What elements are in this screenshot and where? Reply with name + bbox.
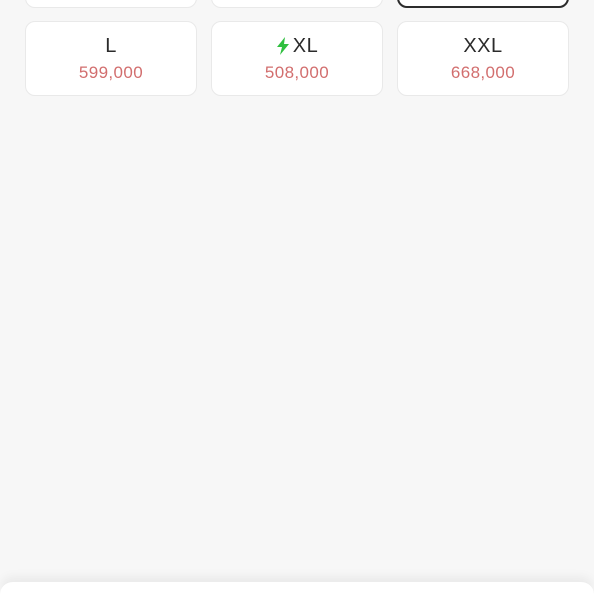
size-name: XL (292, 35, 319, 57)
size-option-l[interactable]: L 599,000 (25, 21, 197, 96)
size-option-price: 668,000 (450, 63, 516, 82)
size-option-top-3-selected[interactable] (397, 0, 569, 8)
size-option-label: L (105, 35, 117, 57)
size-option-price: 599,000 (78, 63, 144, 82)
size-option-xxl[interactable]: XXL 668,000 (397, 21, 569, 96)
size-picker-screen: L 599,000 XL 508,000 XXL 668,000 (0, 0, 594, 594)
size-option-top-2[interactable] (211, 0, 383, 8)
size-option-label: XL (276, 35, 318, 57)
bottom-sheet-edge (0, 581, 594, 594)
lightning-bolt-icon (276, 37, 289, 55)
size-name: L (105, 35, 117, 57)
size-row-top-partial (25, 0, 571, 8)
size-option-top-1[interactable] (25, 0, 197, 8)
size-name: XXL (463, 35, 503, 57)
size-option-label: XXL (463, 35, 502, 57)
size-option-grid: L 599,000 XL 508,000 XXL 668,000 (25, 0, 571, 109)
size-option-price: 508,000 (264, 63, 330, 82)
size-row-large: L 599,000 XL 508,000 XXL 668,000 (25, 21, 571, 96)
size-option-xl[interactable]: XL 508,000 (211, 21, 383, 96)
